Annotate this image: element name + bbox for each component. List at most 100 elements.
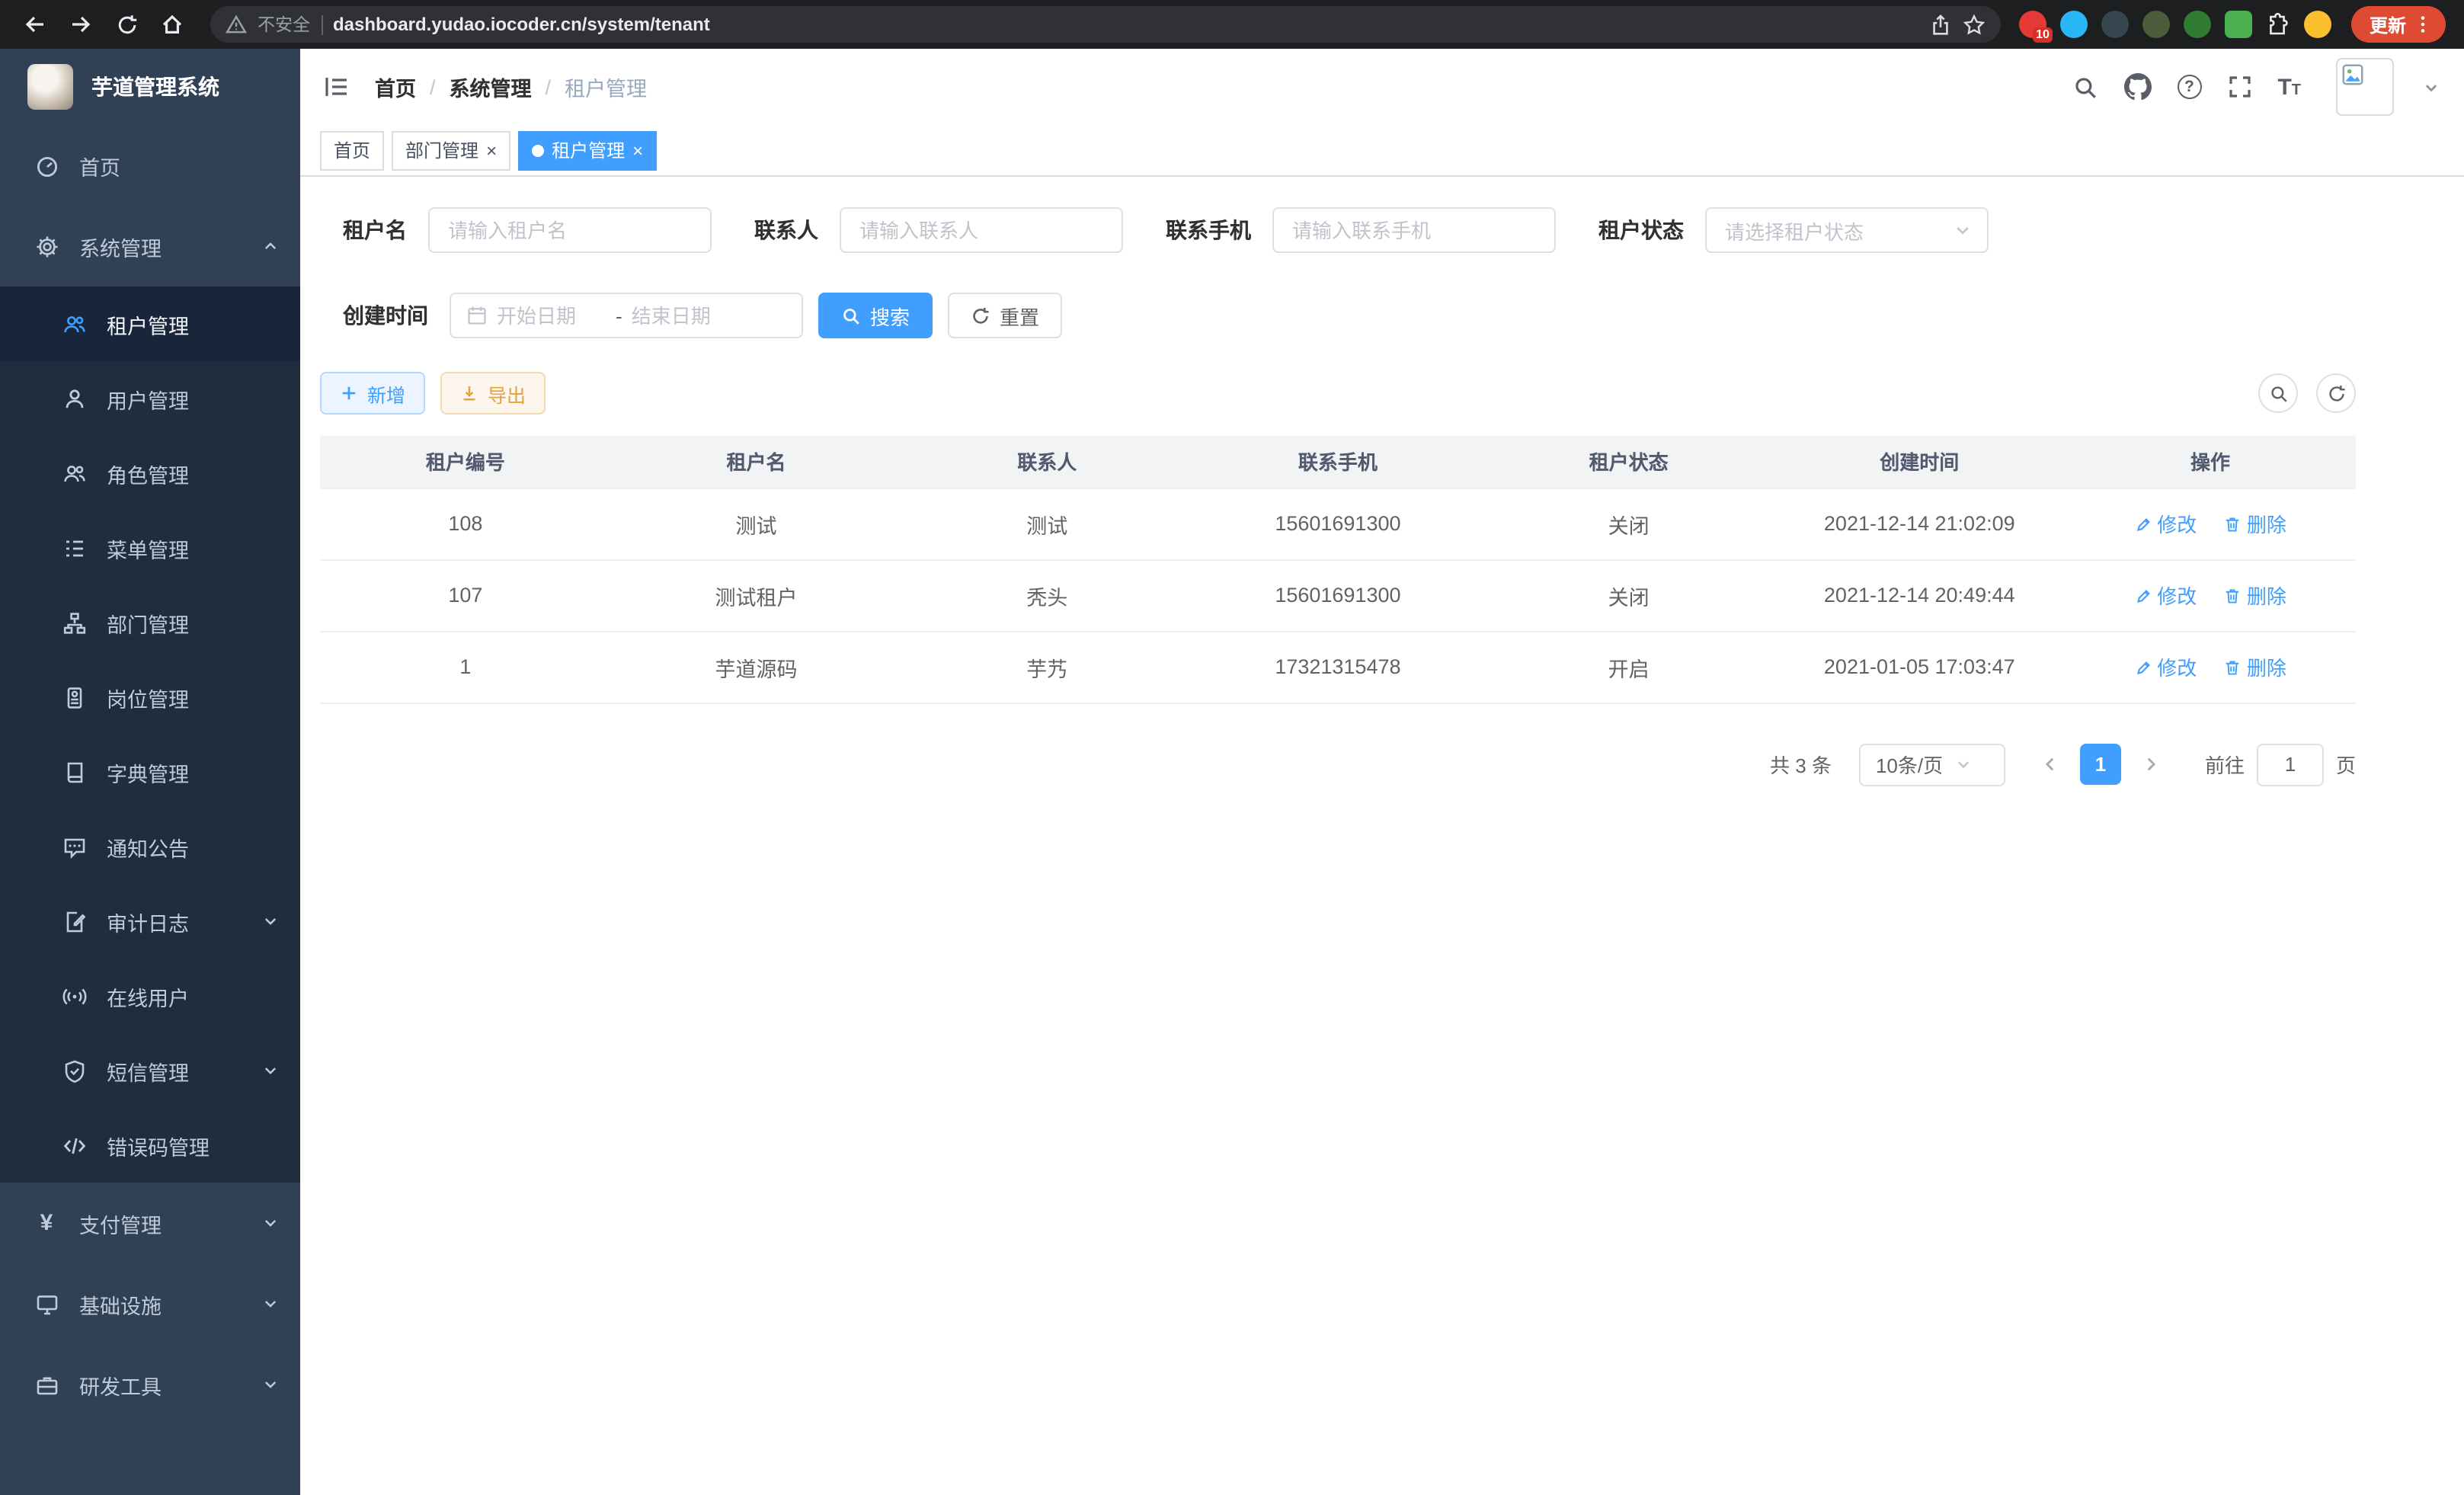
tab-label: 部门管理 xyxy=(405,137,478,163)
extension-icon-dark[interactable] xyxy=(2101,11,2129,38)
sidebar-group-system[interactable]: 系统管理 xyxy=(0,206,300,287)
yen-icon: ¥ xyxy=(34,1210,59,1236)
sidebar-item-dict[interactable]: 字典管理 xyxy=(0,735,300,809)
extension-icon-red[interactable]: 10 xyxy=(2019,11,2046,38)
mobile-input[interactable] xyxy=(1272,207,1556,253)
status-select[interactable]: 请选择租户状态 xyxy=(1705,207,1989,253)
col-contact: 联系人 xyxy=(901,436,1192,488)
tags-view-bar: 首页 部门管理 × 租户管理 × xyxy=(300,125,2464,177)
page-number-button[interactable]: 1 xyxy=(2080,744,2121,785)
filter-tenant-name: 租户名 xyxy=(343,207,712,253)
breadcrumb-home[interactable]: 首页 xyxy=(375,72,416,102)
search-icon xyxy=(841,306,861,325)
security-warning-icon[interactable] xyxy=(226,14,247,35)
update-button[interactable]: 更新 xyxy=(2351,6,2446,43)
search-icon[interactable] xyxy=(2072,74,2098,100)
download-icon xyxy=(460,384,478,402)
trash-icon xyxy=(2224,658,2242,676)
address-bar[interactable]: 不安全 dashboard.yudao.iocoder.cn/system/te… xyxy=(210,6,2001,43)
security-label[interactable]: 不安全 xyxy=(258,12,310,37)
goto-page-input[interactable] xyxy=(2257,743,2324,786)
search-button[interactable]: 搜索 xyxy=(818,293,933,338)
extension-icon-olive[interactable] xyxy=(2142,11,2170,38)
breadcrumb-system[interactable]: 系统管理 xyxy=(450,72,532,102)
sidebar-item-role[interactable]: 角色管理 xyxy=(0,436,300,511)
back-icon[interactable] xyxy=(15,5,55,44)
sidebar-item-error-code[interactable]: 错误码管理 xyxy=(0,1108,300,1183)
app-logo[interactable]: 芋道管理系统 xyxy=(0,49,300,125)
extension-icon-blue[interactable] xyxy=(2060,11,2088,38)
delete-link[interactable]: 删除 xyxy=(2224,581,2286,610)
help-icon[interactable]: ? xyxy=(2177,75,2201,99)
share-icon[interactable] xyxy=(1929,13,1952,36)
search-toggle-button[interactable] xyxy=(2258,373,2298,413)
home-icon[interactable] xyxy=(152,5,192,44)
reload-icon[interactable] xyxy=(107,5,146,44)
app-header: 首页 / 系统管理 / 租户管理 ? TT xyxy=(300,49,2464,125)
tab-home[interactable]: 首页 xyxy=(320,130,384,170)
close-icon[interactable]: × xyxy=(632,141,643,159)
fullscreen-icon[interactable] xyxy=(2227,75,2251,99)
edit-icon xyxy=(2134,658,2152,676)
sidebar-item-notice[interactable]: 通知公告 xyxy=(0,809,300,884)
date-end-input[interactable] xyxy=(632,304,741,327)
refresh-table-button[interactable] xyxy=(2316,373,2356,413)
next-page-button[interactable] xyxy=(2130,744,2171,785)
extensions-puzzle-icon[interactable] xyxy=(2266,12,2290,37)
sidebar-group-sms[interactable]: 短信管理 xyxy=(0,1033,300,1108)
sidebar-item-menu[interactable]: 菜单管理 xyxy=(0,511,300,585)
delete-label: 删除 xyxy=(2247,509,2286,538)
cell-contact: 芋艿 xyxy=(901,631,1192,703)
table-row: 1 芋道源码 芋艿 17321315478 开启 2021-01-05 17:0… xyxy=(320,631,2356,703)
edit-link[interactable]: 修改 xyxy=(2134,581,2197,610)
forward-icon[interactable] xyxy=(61,5,101,44)
tab-tenant[interactable]: 租户管理 × xyxy=(518,130,657,170)
bookmark-star-icon[interactable] xyxy=(1963,13,1986,36)
sidebar-group-devtools[interactable]: 研发工具 xyxy=(0,1344,300,1425)
page-size-select[interactable]: 10条/页 xyxy=(1859,743,2005,786)
github-icon[interactable] xyxy=(2123,73,2151,101)
cell-created: 2021-12-14 21:02:09 xyxy=(1774,488,2065,559)
prev-page-button[interactable] xyxy=(2030,744,2071,785)
close-icon[interactable]: × xyxy=(486,141,497,159)
date-range-picker[interactable]: - xyxy=(450,293,803,338)
sidebar-group-infra[interactable]: 基础设施 xyxy=(0,1263,300,1344)
sidebar-collapse-icon[interactable] xyxy=(323,73,350,101)
plus-icon xyxy=(340,384,358,402)
table-header-row: 租户编号 租户名 联系人 联系手机 租户状态 创建时间 操作 xyxy=(320,436,2356,488)
export-button-label: 导出 xyxy=(488,379,526,408)
col-tenant-id: 租户编号 xyxy=(320,436,611,488)
avatar[interactable] xyxy=(2336,58,2394,116)
sidebar-item-dept[interactable]: 部门管理 xyxy=(0,585,300,660)
sidebar-item-post[interactable]: 岗位管理 xyxy=(0,660,300,735)
avatar-caret-icon[interactable] xyxy=(2423,78,2440,95)
add-button[interactable]: 新增 xyxy=(320,372,425,415)
kebab-menu-icon[interactable] xyxy=(2412,14,2434,35)
tab-label: 租户管理 xyxy=(552,137,625,163)
tab-dept[interactable]: 部门管理 × xyxy=(392,130,510,170)
edit-link[interactable]: 修改 xyxy=(2134,509,2197,538)
sidebar-group-audit-log[interactable]: 审计日志 xyxy=(0,884,300,959)
profile-avatar-icon[interactable] xyxy=(2304,11,2331,38)
app-title: 芋道管理系统 xyxy=(91,72,219,102)
contact-input[interactable] xyxy=(840,207,1123,253)
cell-status: 关闭 xyxy=(1483,559,1774,631)
extension-icon-green[interactable] xyxy=(2184,11,2211,38)
broken-image-icon xyxy=(2342,64,2363,85)
sidebar-item-user[interactable]: 用户管理 xyxy=(0,361,300,436)
sidebar-item-home[interactable]: 首页 xyxy=(0,125,300,206)
font-size-icon[interactable]: TT xyxy=(2277,75,2301,98)
export-button[interactable]: 导出 xyxy=(440,372,546,415)
delete-link[interactable]: 删除 xyxy=(2224,652,2286,681)
date-start-input[interactable] xyxy=(497,304,606,327)
url-text[interactable]: dashboard.yudao.iocoder.cn/system/tenant xyxy=(333,14,1918,35)
tenant-name-input[interactable] xyxy=(428,207,712,253)
sidebar-group-payment[interactable]: ¥ 支付管理 xyxy=(0,1183,300,1263)
edit-link[interactable]: 修改 xyxy=(2134,652,2197,681)
sidebar-item-tenant[interactable]: 租户管理 xyxy=(0,287,300,361)
reset-button[interactable]: 重置 xyxy=(948,293,1062,338)
delete-link[interactable]: 删除 xyxy=(2224,509,2286,538)
cell-tenant-name: 测试租户 xyxy=(611,559,902,631)
sidebar-item-online-user[interactable]: 在线用户 xyxy=(0,959,300,1033)
extension-icon-chat[interactable] xyxy=(2225,11,2252,38)
